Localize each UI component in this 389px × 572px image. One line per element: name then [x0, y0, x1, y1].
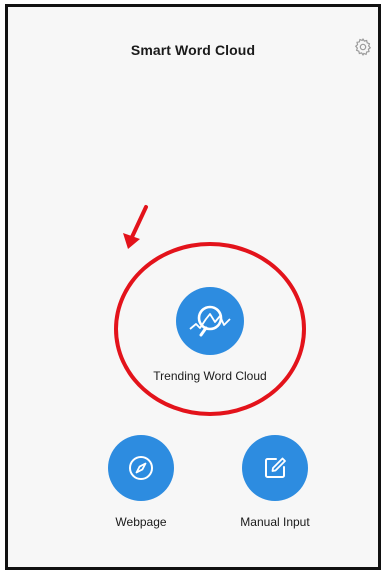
manual-input-icon-circle[interactable] [242, 435, 308, 501]
page-title: Smart Word Cloud [130, 42, 256, 58]
search-chart-icon [189, 305, 231, 337]
settings-button[interactable] [352, 36, 374, 58]
annotation-arrow [123, 205, 148, 249]
compass-icon [129, 456, 153, 480]
trending-icon-circle[interactable] [176, 287, 244, 355]
trending-word-cloud-label: Trending Word Cloud [153, 369, 267, 383]
manual-input-label: Manual Input [240, 515, 310, 529]
edit-icon [265, 457, 286, 478]
webpage-icon-circle[interactable] [108, 435, 174, 501]
phone-screen: Smart Word Cloud Trending Word Cloud Web… [5, 4, 381, 570]
trending-word-cloud-button[interactable]: Trending Word Cloud [125, 287, 295, 383]
webpage-button[interactable]: Webpage [86, 435, 196, 529]
manual-input-button[interactable]: Manual Input [220, 435, 330, 529]
webpage-label: Webpage [115, 515, 167, 529]
gear-icon [354, 38, 372, 57]
